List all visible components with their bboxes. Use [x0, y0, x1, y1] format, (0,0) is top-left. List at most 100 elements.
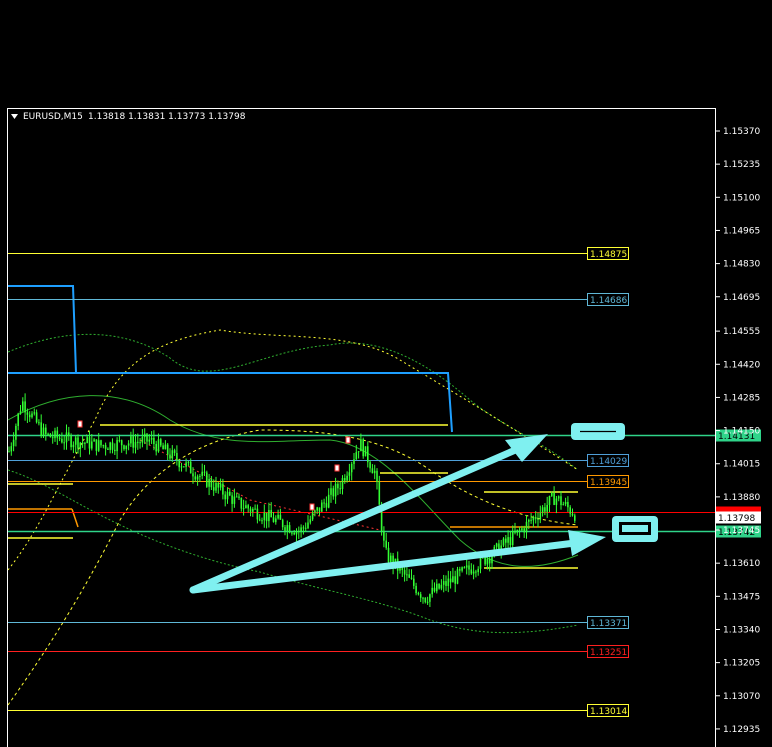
candle-body: [70, 436, 72, 448]
candle-body: [300, 527, 302, 532]
candle-body: [97, 440, 100, 451]
candle-body: [183, 466, 185, 468]
candle-body: [40, 422, 42, 437]
candle-body: [111, 442, 114, 450]
candle-body: [325, 503, 328, 508]
candle-body: [534, 517, 537, 519]
candle-body: [390, 555, 392, 563]
candle-body: [233, 496, 236, 504]
candle-body: [19, 410, 22, 414]
candle-body: [417, 593, 420, 595]
y-tick-label: 1.13475: [723, 592, 760, 602]
candle-body: [217, 482, 220, 488]
candle-body: [541, 507, 544, 513]
candle-body: [10, 446, 13, 452]
candle-body: [330, 488, 332, 495]
candle-body: [88, 437, 91, 449]
candle-body: [254, 508, 256, 510]
trade-marker: [334, 464, 340, 472]
candle-body: [235, 496, 238, 498]
candle-body: [452, 576, 454, 583]
collapse-triangle-icon[interactable]: [11, 114, 18, 119]
candle-body: [571, 513, 574, 516]
candle-body: [49, 433, 52, 438]
y-tick-label: 1.14555: [723, 327, 760, 337]
candle-body: [279, 514, 282, 520]
y-tick-label: 1.13205: [723, 659, 760, 669]
candle-body: [484, 556, 486, 565]
candle-body: [247, 505, 249, 509]
candle-body: [548, 495, 551, 505]
candle-body: [298, 530, 300, 532]
levels-layer: 1.14875 1.14686 1.14029 1.13945 1.13371 1.132…: [8, 247, 761, 717]
trade-marker: [345, 436, 351, 444]
candle-body: [537, 518, 539, 520]
candle-body: [562, 504, 565, 506]
candle-body: [445, 581, 447, 586]
candle-body: [367, 446, 369, 463]
candle-body: [210, 479, 213, 488]
candle-body: [284, 527, 286, 532]
candle-body: [555, 498, 558, 505]
candle-body: [185, 462, 187, 467]
candle-body: [521, 528, 523, 531]
candle-body: [495, 543, 498, 547]
level-label: 1.13014: [590, 707, 627, 717]
price-chart[interactable]: EURUSD,M15 1.13818 1.13831 1.13773 1.137…: [0, 0, 772, 747]
candle-body: [109, 442, 111, 450]
candle-body: [337, 483, 339, 489]
candle-body: [406, 574, 408, 576]
candle-body: [28, 414, 31, 418]
ohlc-label: 1.13818 1.13831 1.13773 1.13798: [88, 112, 246, 122]
candle-body: [516, 529, 519, 533]
candle-body: [486, 558, 489, 565]
candle-body: [532, 517, 535, 521]
chart-window[interactable]: EURUSD,M15 1.13818 1.13831 1.13773 1.137…: [0, 0, 772, 747]
candle-body: [334, 483, 337, 497]
candle-body: [61, 438, 63, 443]
candle-body: [74, 437, 77, 445]
candle-body: [456, 569, 459, 584]
candle-body: [323, 502, 325, 504]
y-tick-label: 1.13880: [723, 493, 760, 503]
candle-body: [258, 519, 261, 521]
candle-body: [141, 436, 144, 443]
candle-body: [295, 530, 298, 535]
candle-body: [353, 459, 355, 464]
y-tick-label: 1.14965: [723, 226, 760, 236]
candle-body: [79, 442, 82, 449]
upper-arrow-head: [505, 434, 548, 462]
candle-body: [530, 519, 532, 521]
candle-body: [180, 466, 183, 468]
bollinger-upper-band: [7, 333, 579, 471]
candle-body: [327, 494, 330, 508]
symbol-label: EURUSD,M15: [23, 112, 83, 122]
candle-body: [321, 502, 323, 512]
candle-body: [265, 512, 268, 522]
candle-body: [15, 425, 17, 440]
candle-body: [242, 508, 245, 510]
candle-body: [100, 440, 102, 446]
candle-body: [385, 540, 387, 548]
candle-body: [564, 502, 567, 505]
candle-body: [551, 493, 553, 496]
candle-body: [505, 538, 507, 543]
candle-body: [17, 413, 19, 426]
candle-body: [169, 454, 171, 459]
level-label: 1.14029: [590, 457, 627, 467]
candle-body: [311, 512, 314, 520]
candle-body: [314, 510, 316, 513]
candle-body: [125, 445, 128, 450]
candle-body: [102, 445, 105, 447]
y-tick-label: 1.12935: [723, 725, 760, 735]
candle-body: [350, 463, 353, 473]
candle-body: [139, 442, 141, 444]
candle-body: [447, 578, 450, 586]
candle-body: [288, 525, 291, 533]
candle-body: [176, 452, 178, 461]
candle-body: [173, 450, 176, 453]
candle-body: [166, 444, 169, 455]
candle-body: [346, 475, 348, 481]
candle-body: [518, 529, 521, 531]
level-label: 1.13251: [590, 648, 627, 658]
